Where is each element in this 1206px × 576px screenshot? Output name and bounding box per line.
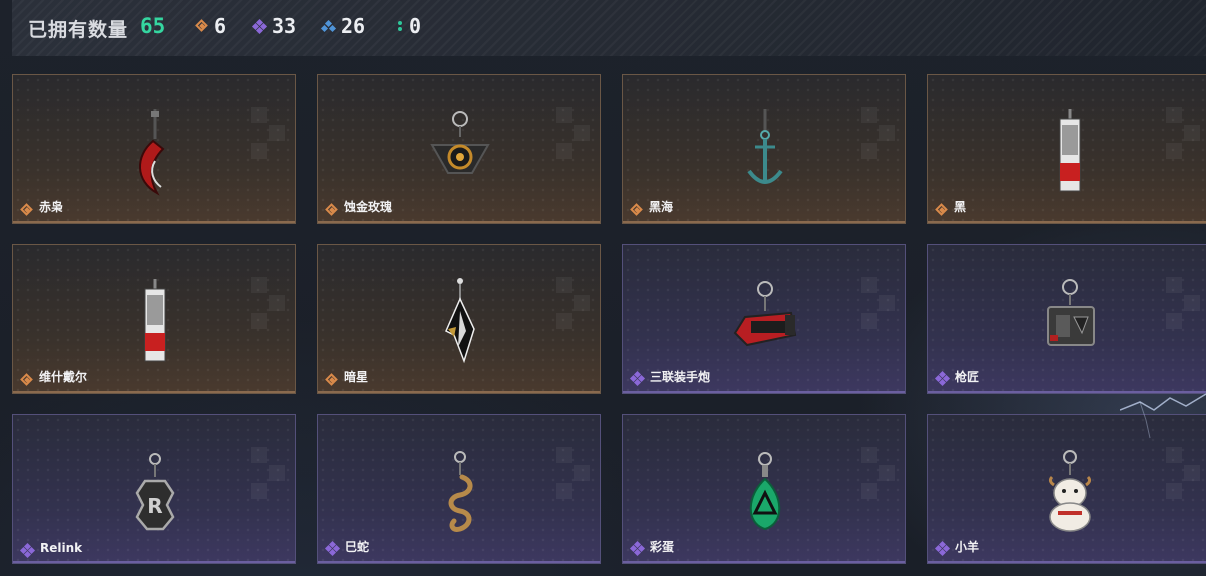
card-decoration <box>251 447 287 499</box>
lamb-charm-icon <box>1048 450 1092 532</box>
stat-purple: 33 <box>251 14 297 38</box>
orange-rarity-icon <box>631 201 643 213</box>
card-rarity-bar <box>13 391 295 393</box>
card-rarity-bar <box>13 561 295 563</box>
card-rarity-bar <box>318 391 600 393</box>
purple-rarity-icon <box>934 540 951 557</box>
stat-blue: 26 <box>320 14 366 38</box>
stat-purple-value: 33 <box>272 14 297 38</box>
snake-charm-icon <box>448 451 473 532</box>
card-decoration <box>861 447 897 499</box>
lightning-decoration <box>1120 393 1206 439</box>
card-label: 巳蛇 <box>324 538 370 557</box>
card-decoration <box>1166 107 1202 159</box>
red-tag-charm-icon <box>144 279 166 362</box>
stat-green: 0 <box>397 14 421 38</box>
charm-name: 维什戴尔 <box>39 370 88 384</box>
card-label: 彩蛋 <box>629 538 675 557</box>
card-decoration <box>861 107 897 159</box>
card-decoration <box>556 277 592 329</box>
charm-card[interactable]: 三联装手炮 <box>622 244 906 394</box>
card-decoration <box>556 107 592 159</box>
charm-card[interactable]: 巳蛇 <box>317 414 601 564</box>
card-label: 蚀金玫瑰 <box>326 198 392 215</box>
owned-total-count: 65 <box>140 14 166 38</box>
card-label: 三联装手炮 <box>629 368 711 387</box>
red-claw-charm-icon <box>139 109 165 196</box>
charm-card[interactable]: 暗星 <box>317 244 601 394</box>
anchor-charm-icon <box>747 109 783 184</box>
charm-name: 枪匠 <box>955 370 980 384</box>
card-rarity-bar <box>13 221 295 223</box>
orange-rarity-icon <box>326 371 338 383</box>
card-decoration <box>1166 277 1202 329</box>
charm-name: 暗星 <box>344 370 369 384</box>
charm-card[interactable]: 黑海 <box>622 74 906 224</box>
card-decoration <box>861 277 897 329</box>
owned-count-title: 已拥有数量 <box>28 19 129 41</box>
purple-rarity-icon <box>629 370 646 387</box>
stat-green-value: 0 <box>409 14 422 38</box>
dark-star-charm-icon <box>445 278 475 364</box>
card-label: 维什戴尔 <box>21 368 87 385</box>
charm-card[interactable]: 赤枭 <box>12 74 296 224</box>
card-decoration <box>1166 447 1202 499</box>
card-label: 黑 <box>936 198 966 215</box>
purple-cluster-icon <box>251 18 268 34</box>
orange-rarity-icon <box>936 201 948 213</box>
charm-name: 黑 <box>954 200 967 214</box>
gunsmith-box-charm-icon <box>1047 279 1095 346</box>
charm-name: 黑海 <box>649 200 674 214</box>
blue-cluster-icon <box>320 19 337 33</box>
hand-cannon-charm-icon <box>733 281 797 347</box>
card-rarity-bar <box>928 561 1206 563</box>
card-decoration <box>556 447 592 499</box>
stat-orange: 6 <box>196 14 226 38</box>
orange-rarity-icon <box>326 201 338 213</box>
purple-rarity-icon <box>934 370 951 387</box>
card-label: Relink <box>19 541 83 558</box>
charm-name: Relink <box>40 541 83 555</box>
card-decoration <box>251 277 287 329</box>
relink-emblem-charm-icon: R <box>135 453 175 531</box>
stat-blue-value: 26 <box>341 14 366 38</box>
orange-rarity-icon <box>21 201 33 213</box>
card-label: 暗星 <box>326 368 368 385</box>
card-rarity-bar <box>623 391 905 393</box>
charm-card[interactable]: 黑 <box>927 74 1206 224</box>
charm-card[interactable]: 蚀金玫瑰 <box>317 74 601 224</box>
charm-name: 蚀金玫瑰 <box>344 200 393 214</box>
charm-card[interactable]: 彩蛋 <box>622 414 906 564</box>
card-label: 赤枭 <box>21 198 63 215</box>
card-rarity-bar <box>928 221 1206 223</box>
green-egg-charm-icon <box>749 452 781 531</box>
purple-rarity-icon <box>19 542 36 558</box>
charm-name: 巳蛇 <box>345 540 370 554</box>
card-rarity-bar <box>318 221 600 223</box>
card-rarity-bar <box>623 561 905 563</box>
charm-name: 三联装手炮 <box>650 370 711 384</box>
charm-card[interactable]: 维什戴尔 <box>12 244 296 394</box>
green-dots-icon <box>397 19 403 33</box>
card-label: 小羊 <box>934 538 980 557</box>
charm-card[interactable]: 枪匠 <box>927 244 1206 394</box>
orange-rarity-icon <box>21 371 33 383</box>
svg-text:R: R <box>147 494 162 518</box>
card-label: 黑海 <box>631 198 673 215</box>
charm-name: 小羊 <box>955 540 980 554</box>
orange-diamond-icon <box>196 20 208 32</box>
purple-rarity-icon <box>629 540 646 557</box>
owned-count-bar: 已拥有数量 65 6 33 26 0 <box>12 0 1206 56</box>
card-label: 枪匠 <box>934 368 980 387</box>
charm-name: 彩蛋 <box>650 540 675 554</box>
purple-rarity-icon <box>324 540 341 557</box>
gold-rose-charm-icon <box>430 111 490 174</box>
card-rarity-bar <box>318 561 600 563</box>
charm-card[interactable]: R Relink <box>12 414 296 564</box>
red-tag-charm-icon <box>1059 109 1081 192</box>
card-decoration <box>251 107 287 159</box>
stat-orange-value: 6 <box>214 14 227 38</box>
charm-name: 赤枭 <box>39 200 64 214</box>
card-rarity-bar <box>623 221 905 223</box>
